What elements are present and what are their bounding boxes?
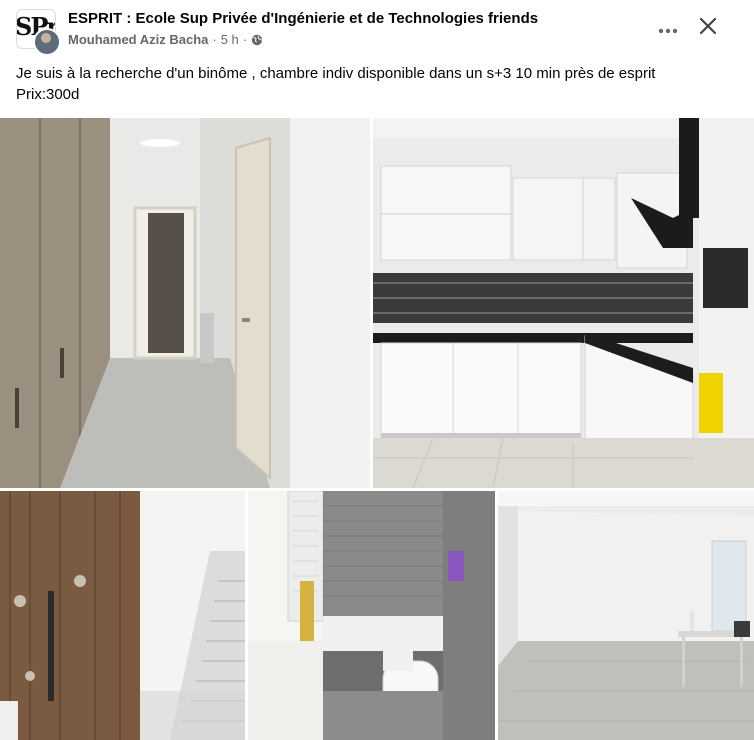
close-icon bbox=[699, 17, 717, 40]
post-text: Je suis à la recherche d'un binôme , cha… bbox=[16, 63, 736, 105]
photo-entrance[interactable] bbox=[0, 491, 245, 740]
meta-separator-2: · bbox=[242, 32, 248, 47]
group-name-link[interactable]: ESPRIT : Ecole Sup Privée d'Ingénierie e… bbox=[68, 10, 538, 27]
meta-separator: · bbox=[212, 32, 217, 47]
close-button[interactable] bbox=[690, 10, 726, 46]
post-meta: Mouhamed Aziz Bacha · 5 h · bbox=[68, 32, 263, 47]
photo-kitchen[interactable] bbox=[373, 118, 754, 488]
avatar-group[interactable]: SPr bbox=[16, 9, 61, 56]
photo-bathroom[interactable] bbox=[248, 491, 495, 740]
more-dots-icon bbox=[658, 17, 678, 40]
post-text-line-1: Je suis à la recherche d'un binôme , cha… bbox=[16, 65, 656, 82]
post-header: SPr ESPRIT : Ecole Sup Privée d'Ingénier… bbox=[0, 0, 754, 58]
more-options-button[interactable] bbox=[650, 12, 686, 44]
photo-living-room[interactable] bbox=[498, 491, 754, 740]
photo-hallway[interactable] bbox=[0, 118, 370, 488]
post-text-line-2: Prix:300d bbox=[16, 86, 80, 103]
author-name-link[interactable]: Mouhamed Aziz Bacha bbox=[68, 32, 208, 47]
post-time-link[interactable]: 5 h bbox=[221, 32, 239, 47]
post-card: SPr ESPRIT : Ecole Sup Privée d'Ingénier… bbox=[0, 0, 754, 740]
author-avatar[interactable] bbox=[33, 28, 61, 56]
globe-icon bbox=[251, 34, 263, 46]
